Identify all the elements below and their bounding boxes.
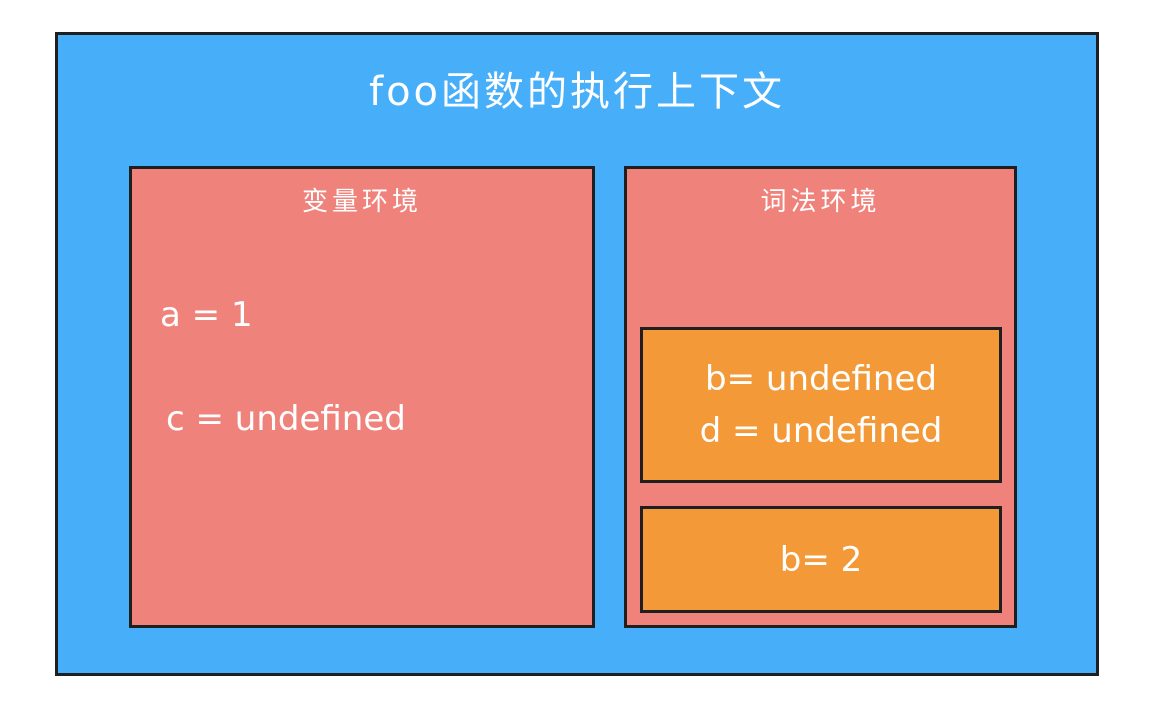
lexical-environment: 词法环境 b= undefined d = undefined b= 2 (624, 166, 1017, 628)
lexical-environment-title: 词法环境 (760, 187, 881, 217)
variable-b-undefined: b= undefined (705, 359, 937, 399)
execution-context: foo函数的执行上下文 变量环境 a = 1 c = undefined 词法环… (55, 32, 1099, 676)
block-scope-inner: b= 2 (640, 506, 1002, 613)
variable-b-2: b= 2 (779, 539, 863, 580)
variable-environment: 变量环境 a = 1 c = undefined (129, 166, 595, 628)
variable-a: a = 1 (160, 295, 253, 335)
variable-d-undefined: d = undefined (699, 411, 943, 451)
variable-c: c = undefined (166, 399, 406, 439)
block-scope-outer: b= undefined d = undefined (640, 327, 1002, 483)
variable-environment-title: 变量环境 (301, 187, 422, 217)
execution-context-title: foo函数的执行上下文 (368, 69, 786, 115)
